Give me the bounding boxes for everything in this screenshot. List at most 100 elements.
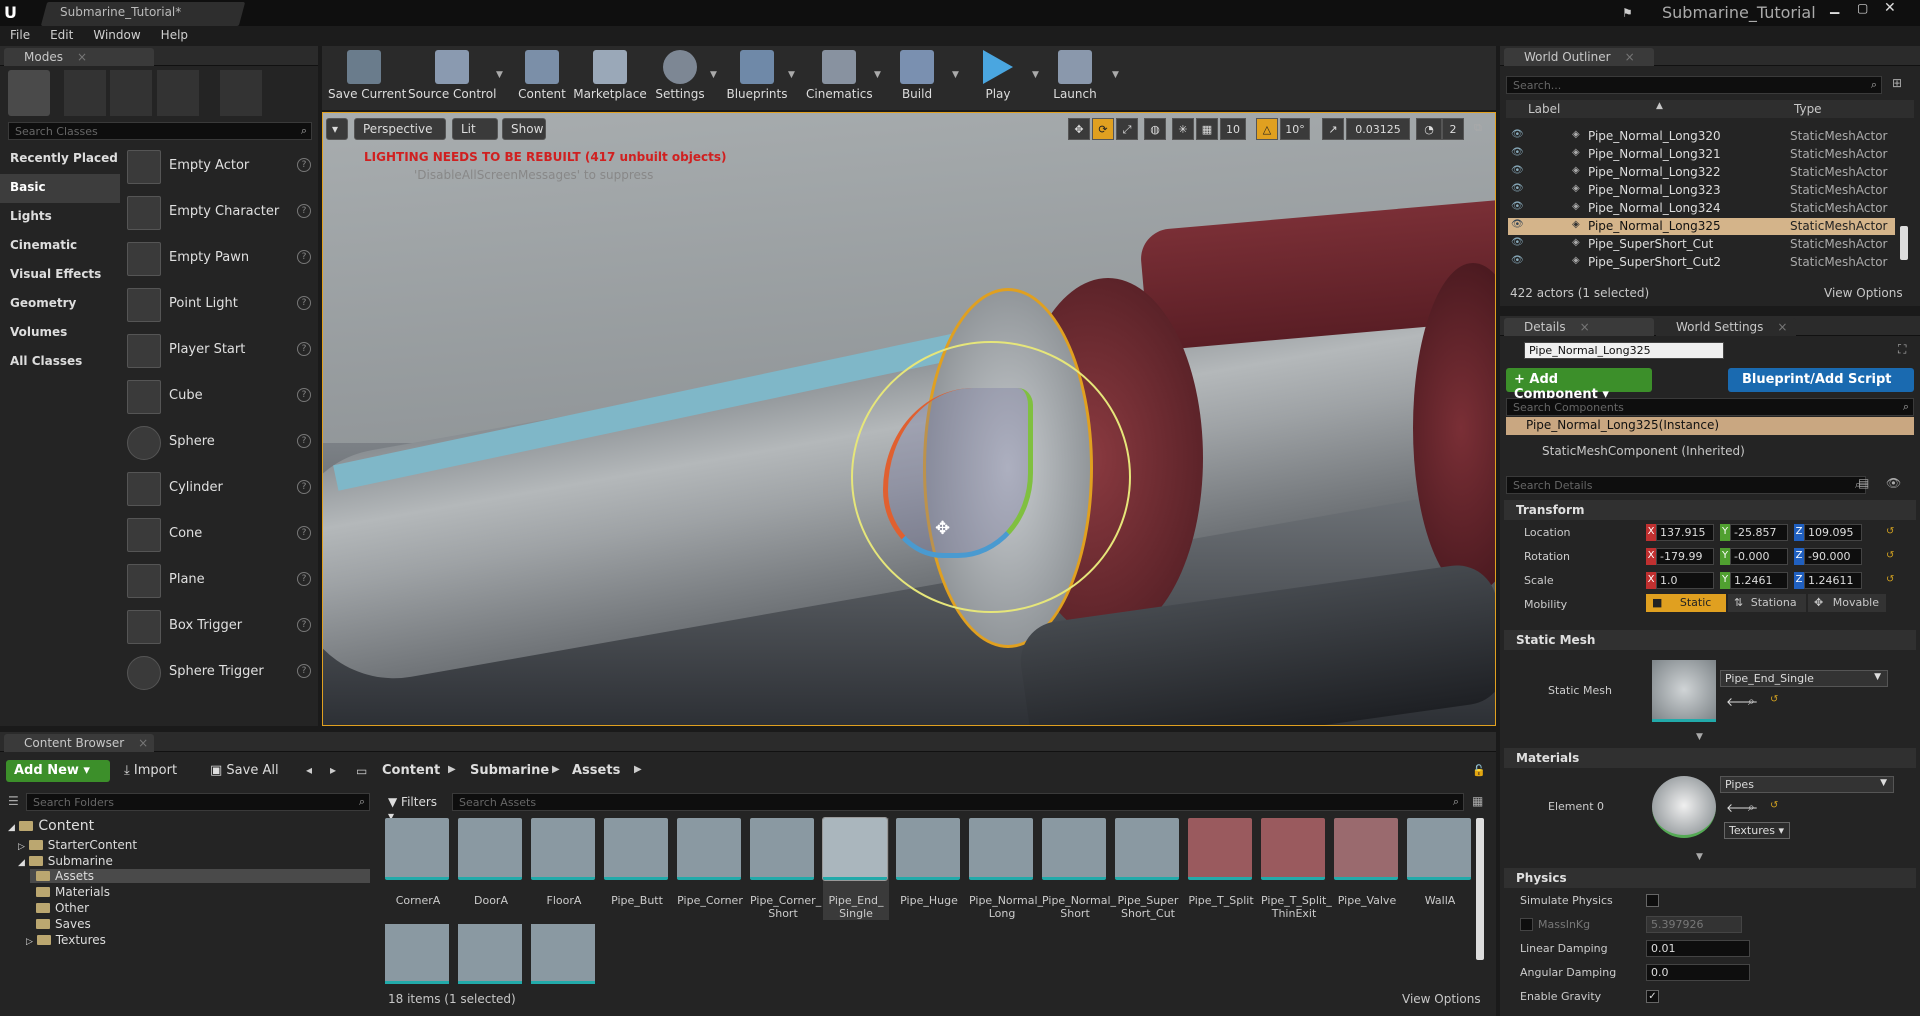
place-item[interactable]: Sphere Trigger? [125,651,315,695]
breadcrumb-content[interactable]: Content [382,763,440,778]
category-all-classes[interactable]: All Classes [0,348,120,377]
asset-tile[interactable]: Pipe_Normal_ Short [1042,818,1116,920]
asset-tile[interactable]: Pipe_T_Split [1188,818,1254,907]
asset-tile[interactable]: WallA [1407,818,1473,907]
eye-icon[interactable]: 👁 [1511,129,1524,140]
mobility-stationary-button[interactable]: ⇅ Stationa [1728,594,1806,612]
location-x[interactable]: X 137.915 [1646,524,1714,541]
help-icon[interactable]: ? [297,664,311,678]
chevron-down-icon[interactable]: ▼ [952,70,959,80]
category-recently-placed[interactable]: Recently Placed [0,145,120,174]
rotation-x[interactable]: X -179.99 [1646,548,1714,565]
place-item[interactable]: Empty Character? [125,191,315,235]
menu-window[interactable]: Window [83,26,150,42]
angular-damping-field[interactable]: 0.0 [1646,964,1750,981]
add-component-button[interactable]: + Add Component ▾ [1506,368,1652,402]
filters-button[interactable]: ▼ Filters ▾ [384,793,448,823]
back-arrow-icon[interactable]: ◂ [306,763,312,777]
add-filter-icon[interactable]: ⊞ [1892,76,1902,90]
category-volumes[interactable]: Volumes [0,319,120,348]
asset-tile[interactable]: Pipe_Normal_ Long [969,818,1043,920]
asset-tile[interactable] [458,924,522,984]
breadcrumb-assets[interactable]: Assets [572,763,620,778]
reset-arrow-icon[interactable]: ↺ [1770,800,1778,811]
import-button[interactable]: ⤓ Import [124,763,177,778]
eye-icon[interactable]: 👁 [1511,183,1524,194]
world-space-icon[interactable]: ◍ [1144,118,1166,140]
content-browser-tab[interactable]: Content Browser × [4,734,154,752]
table-row[interactable]: 👁 ◈ Pipe_SuperShort_Cut StaticMeshActor [1508,236,1895,253]
location-label[interactable]: Location [1524,526,1571,539]
search-folders-input[interactable]: Search Folders ⌕ [26,793,370,811]
sources-toggle-icon[interactable]: ☰ [8,794,19,808]
forward-arrow-icon[interactable]: ▸ [330,763,336,777]
transform-section[interactable]: Transform [1504,500,1916,520]
geometry-mode-icon[interactable] [220,70,262,116]
chevron-down-icon[interactable]: ▼ [1032,70,1039,80]
asset-tile[interactable]: Pipe_T_Split_ ThinExit [1261,818,1332,920]
static-mesh-section[interactable]: Static Mesh [1504,630,1916,650]
blueprints-button[interactable]: Blueprints [726,50,788,105]
help-icon[interactable]: ? [297,204,311,218]
chevron-down-icon[interactable]: ▼ [1112,70,1119,80]
marketplace-button[interactable]: Marketplace [572,50,648,105]
rotation-label[interactable]: Rotation [1524,550,1570,563]
eye-icon[interactable]: 👁 [1511,255,1524,266]
table-row[interactable]: 👁 ◈ Pipe_Normal_Long320 StaticMeshActor [1508,128,1895,145]
asset-tile[interactable] [531,924,595,984]
lock-icon[interactable]: ⛶ [1898,342,1906,357]
reset-arrow-icon[interactable]: ↺ [1886,550,1894,561]
eye-icon[interactable]: 👁 [1511,165,1524,176]
search-classes-input[interactable]: Search Classes ⌕ [8,122,312,140]
static-mesh-thumbnail[interactable] [1652,660,1716,722]
table-row[interactable]: 👁 ◈ Pipe_Normal_Long323 StaticMeshActor [1508,182,1895,199]
table-row[interactable]: 👁 ◈ Pipe_Normal_Long321 StaticMeshActor [1508,146,1895,163]
location-y[interactable]: Y -25.857 [1720,524,1788,541]
help-icon[interactable]: ? [297,618,311,632]
table-row[interactable]: 👁 ◈ Pipe_SuperShort_Cut2 StaticMeshActor [1508,254,1895,271]
actor-name-field[interactable]: Pipe_Normal_Long325 [1524,342,1724,359]
outliner-search-input[interactable]: Search... ⌕ [1506,76,1882,94]
materials-section[interactable]: Materials [1504,748,1916,768]
landscape-mode-icon[interactable] [110,70,152,116]
play-button[interactable]: Play [976,50,1020,105]
search-components-input[interactable]: Search Components ⌕ [1506,398,1914,416]
place-item[interactable]: Empty Pawn? [125,237,315,281]
perspective-button[interactable]: Perspective [354,118,446,140]
chevron-down-icon[interactable]: ▼ [710,70,717,80]
type-column[interactable]: Type [1794,102,1822,116]
expand-chevron-icon[interactable]: ▼ [1696,732,1703,742]
simulate-physics-checkbox[interactable] [1646,894,1659,907]
rotate-tool-icon[interactable]: ⟳ [1092,118,1114,140]
asset-tile[interactable]: CornerA [385,818,451,907]
scale-tool-icon[interactable]: ⤢ [1116,118,1138,140]
settings-button[interactable]: Settings [652,50,708,105]
close-button[interactable]: ✕ [1884,0,1896,16]
asset-tile[interactable]: Pipe_Super Short_Cut [1115,818,1181,920]
eye-icon[interactable]: 👁 [1886,476,1901,490]
eye-icon[interactable]: 👁 [1511,201,1524,212]
table-row[interactable]: 👁 ◈ Pipe_Normal_Long324 StaticMeshActor [1508,200,1895,217]
asset-tile[interactable]: FloorA [531,818,597,907]
property-matrix-icon[interactable]: ▤ [1858,476,1869,490]
search-details-input[interactable]: Search Details ⌕ [1506,476,1866,494]
scale-label[interactable]: Scale [1524,574,1554,587]
mass-checkbox[interactable] [1520,918,1533,931]
world-outliner-tab[interactable]: World Outliner × [1504,48,1654,66]
browse-icon[interactable]: ⌕ [1748,694,1755,709]
folder-other[interactable]: Other [36,901,89,915]
help-icon[interactable]: ? [297,526,311,540]
help-icon[interactable]: ? [297,434,311,448]
asset-tile[interactable] [385,924,449,984]
instance-row[interactable]: Pipe_Normal_Long325(Instance) [1506,417,1914,435]
menu-edit[interactable]: Edit [40,26,83,42]
eye-icon[interactable]: 👁 [1511,219,1524,230]
rotation-z[interactable]: Z -90.000 [1794,548,1862,565]
modes-tab[interactable]: Modes × [4,48,154,66]
static-mesh-dropdown[interactable]: Pipe_End_Single ▼ [1720,670,1888,687]
asset-tile[interactable]: Pipe_Valve [1334,818,1400,907]
add-new-button[interactable]: Add New ▾ [6,760,110,782]
place-item[interactable]: Plane? [125,559,315,603]
help-icon[interactable]: ? [297,388,311,402]
help-icon[interactable]: ? [297,250,311,264]
